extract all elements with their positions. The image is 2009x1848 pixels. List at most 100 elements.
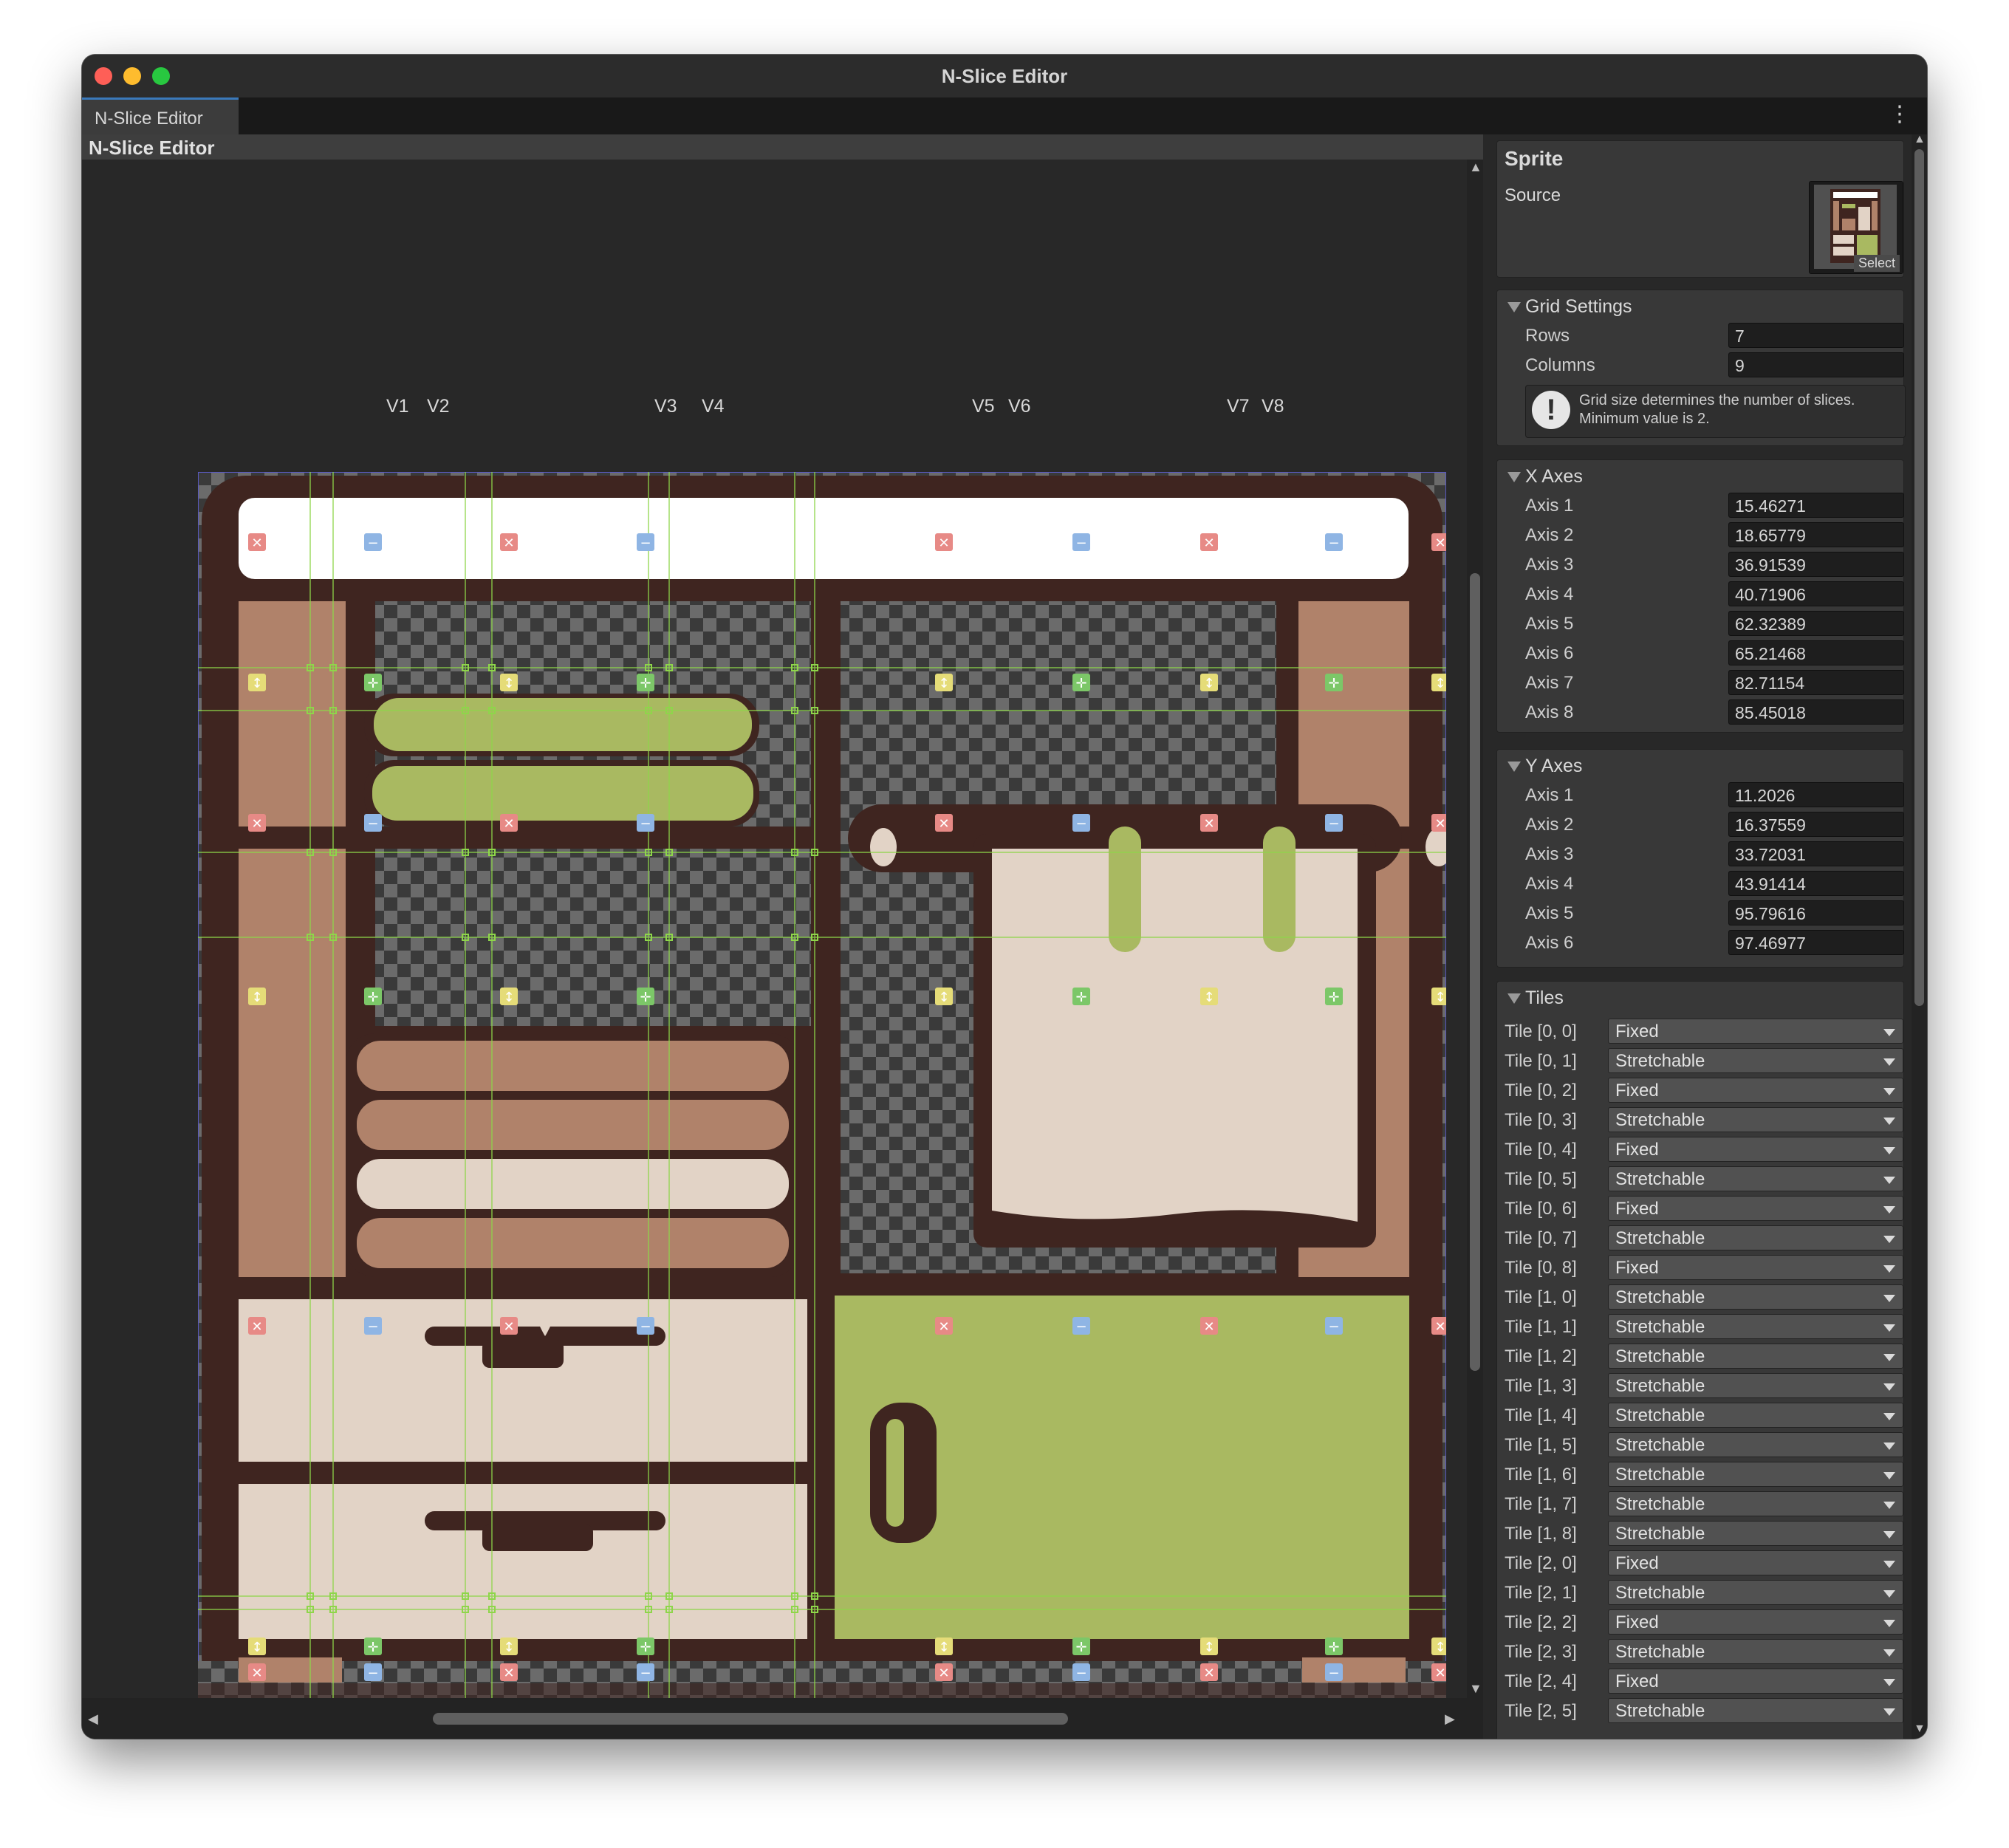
- scroll-right-icon[interactable]: ▶: [1445, 1711, 1455, 1727]
- x-axis-field[interactable]: 18.65779: [1728, 522, 1904, 547]
- tiles-header[interactable]: Tiles: [1507, 988, 1564, 1009]
- tile-marker-glyph: ↕: [503, 676, 514, 691]
- green-towel-2: [372, 766, 753, 821]
- x-axis-label: Axis 4: [1525, 584, 1574, 604]
- tile-mode-dropdown[interactable]: Fixed: [1608, 1609, 1903, 1635]
- x-axis-field[interactable]: 82.71154: [1728, 670, 1904, 695]
- x-axis-label: Axis 3: [1525, 555, 1574, 575]
- dropdown-arrow-icon: [1883, 1649, 1895, 1657]
- tile-marker-glyph: −: [640, 535, 651, 551]
- x-axis-field[interactable]: 85.45018: [1728, 699, 1904, 725]
- y-axis-field[interactable]: 95.79616: [1728, 900, 1904, 925]
- tile-label: Tile [0, 5]: [1505, 1169, 1577, 1189]
- dropdown-arrow-icon: [1883, 1708, 1895, 1716]
- tile-mode-dropdown[interactable]: Fixed: [1608, 1019, 1903, 1044]
- tile-label: Tile [1, 2]: [1505, 1346, 1577, 1366]
- tile-marker-glyph: −: [1328, 816, 1339, 832]
- horizontal-scroll-thumb[interactable]: [433, 1713, 1068, 1725]
- tile-mode-dropdown[interactable]: Fixed: [1608, 1137, 1903, 1162]
- inspector-scroll-thumb[interactable]: [1914, 149, 1924, 1006]
- y-axes-header[interactable]: Y Axes: [1507, 756, 1582, 777]
- dropdown-arrow-icon: [1883, 1265, 1895, 1273]
- inspector-scrollbar[interactable]: ▲ ▼: [1912, 134, 1927, 1739]
- scroll-up-icon[interactable]: ▲: [1914, 134, 1926, 146]
- tile-marker-glyph: ✕: [1434, 535, 1445, 551]
- scroll-up-icon[interactable]: ▲: [1469, 160, 1482, 175]
- more-options-icon[interactable]: ⋮: [1889, 103, 1911, 126]
- dropdown-arrow-icon: [1883, 1502, 1895, 1509]
- grid-settings-section: Grid Settings Rows 7 Columns 9 ! Grid si…: [1496, 290, 1906, 446]
- right-panel-upper: [1298, 601, 1409, 827]
- dropdown-arrow-icon: [1883, 1058, 1895, 1066]
- y-axis-label: Axis 4: [1525, 874, 1574, 894]
- y-axis-field[interactable]: 33.72031: [1728, 841, 1904, 866]
- scroll-left-icon[interactable]: ◀: [88, 1711, 98, 1727]
- scroll-down-icon[interactable]: ▼: [1914, 1722, 1926, 1736]
- tile-marker-glyph: ✕: [251, 1319, 262, 1335]
- tile-mode-dropdown[interactable]: Stretchable: [1608, 1462, 1903, 1487]
- source-sprite-field[interactable]: Select: [1809, 181, 1903, 274]
- x-axis-field[interactable]: 15.46271: [1728, 493, 1904, 518]
- tile-mode-dropdown[interactable]: Stretchable: [1608, 1521, 1903, 1546]
- x-axes-header[interactable]: X Axes: [1507, 466, 1583, 487]
- canvas-horizontal-scrollbar[interactable]: ◀ ▶: [82, 1698, 1483, 1739]
- x-axis-field[interactable]: 40.71906: [1728, 581, 1904, 606]
- tab-n-slice-editor[interactable]: N-Slice Editor: [82, 97, 239, 134]
- y-axis-field[interactable]: 97.46977: [1728, 930, 1904, 955]
- cream-towel: [357, 1159, 789, 1209]
- tile-mode-dropdown[interactable]: Stretchable: [1608, 1284, 1903, 1310]
- tile-mode-value: Stretchable: [1615, 1435, 1705, 1455]
- tile-mode-dropdown[interactable]: Stretchable: [1608, 1048, 1903, 1073]
- warning-icon: !: [1532, 391, 1570, 429]
- tile-marker-glyph: ✕: [1203, 1666, 1214, 1681]
- canvas-vertical-scrollbar[interactable]: ▲ ▼: [1467, 160, 1483, 1698]
- tile-mode-value: Fixed: [1615, 1671, 1659, 1691]
- tile-label: Tile [2, 4]: [1505, 1671, 1577, 1691]
- dropdown-arrow-icon: [1883, 1177, 1895, 1184]
- tile-mode-dropdown[interactable]: Stretchable: [1608, 1166, 1903, 1191]
- y-axis-label: Axis 2: [1525, 815, 1574, 835]
- tile-mode-dropdown[interactable]: Fixed: [1608, 1196, 1903, 1221]
- rows-field[interactable]: 7: [1728, 323, 1904, 348]
- vertical-axis-label-v4: V4: [702, 396, 725, 417]
- tile-mode-dropdown[interactable]: Fixed: [1608, 1078, 1903, 1103]
- tile-marker-glyph: ✕: [938, 1666, 949, 1681]
- tile-mode-dropdown[interactable]: Stretchable: [1608, 1225, 1903, 1250]
- rod-end-left: [870, 828, 897, 866]
- foldout-triangle-icon: [1507, 472, 1521, 483]
- tile-mode-dropdown[interactable]: Stretchable: [1608, 1580, 1903, 1605]
- vertical-scroll-thumb[interactable]: [1470, 573, 1480, 1371]
- tile-mode-dropdown[interactable]: Stretchable: [1608, 1698, 1903, 1723]
- tile-mode-dropdown[interactable]: Stretchable: [1608, 1491, 1903, 1516]
- tile-mode-dropdown[interactable]: Stretchable: [1608, 1314, 1903, 1339]
- x-axis-field[interactable]: 62.32389: [1728, 611, 1904, 636]
- columns-field[interactable]: 9: [1728, 352, 1904, 377]
- sprite-preview[interactable]: ✕ − ✕ − ✕ − ✕ − ✕ ↕ ✛ ↕ ✛ ↕ ✛ ↕ ✛ ↕ ✕ − ✕ − ✕ − ✕ − ✕ ↕ ✛ ↕ ✛ ↕ ✛ ↕ ✛ ↕ ✕ − ✕ −…: [198, 472, 1446, 1698]
- tile-mode-dropdown[interactable]: Stretchable: [1608, 1432, 1903, 1457]
- tile-label: Tile [2, 5]: [1505, 1701, 1577, 1721]
- drawer-upper: [239, 1299, 807, 1462]
- y-axis-field[interactable]: 16.37559: [1728, 812, 1904, 837]
- grid-settings-header[interactable]: Grid Settings: [1507, 296, 1632, 318]
- tile-mode-dropdown[interactable]: Stretchable: [1608, 1373, 1903, 1398]
- y-axis-field[interactable]: 43.91414: [1728, 871, 1904, 896]
- tile-marker-glyph: ✛: [1075, 1640, 1086, 1655]
- scroll-down-icon[interactable]: ▼: [1469, 1681, 1482, 1697]
- tile-mode-dropdown[interactable]: Stretchable: [1608, 1639, 1903, 1664]
- tile-mode-dropdown[interactable]: Fixed: [1608, 1550, 1903, 1575]
- y-axis-field[interactable]: 11.2026: [1728, 782, 1904, 807]
- tile-mode-dropdown[interactable]: Fixed: [1608, 1669, 1903, 1694]
- tile-label: Tile [2, 2]: [1505, 1612, 1577, 1632]
- tile-label: Tile [1, 4]: [1505, 1406, 1577, 1426]
- tile-mode-dropdown[interactable]: Stretchable: [1608, 1107, 1903, 1132]
- tile-mode-dropdown[interactable]: Stretchable: [1608, 1403, 1903, 1428]
- select-button[interactable]: Select: [1853, 255, 1900, 272]
- bottom-foot-right: [1302, 1657, 1406, 1683]
- x-axis-field[interactable]: 65.21468: [1728, 640, 1904, 665]
- x-axis-field[interactable]: 36.91539: [1728, 552, 1904, 577]
- sprite-canvas[interactable]: V1 V2 V3 V4 V5 V6 V7 V8 ✕ − ✕ − ✕ − ✕ − …: [82, 160, 1467, 1698]
- tile-mode-dropdown[interactable]: Fixed: [1608, 1255, 1903, 1280]
- tile-mode-dropdown[interactable]: Stretchable: [1608, 1344, 1903, 1369]
- top-shelf: [239, 498, 1409, 579]
- tile-marker-glyph: ↕: [1434, 676, 1445, 691]
